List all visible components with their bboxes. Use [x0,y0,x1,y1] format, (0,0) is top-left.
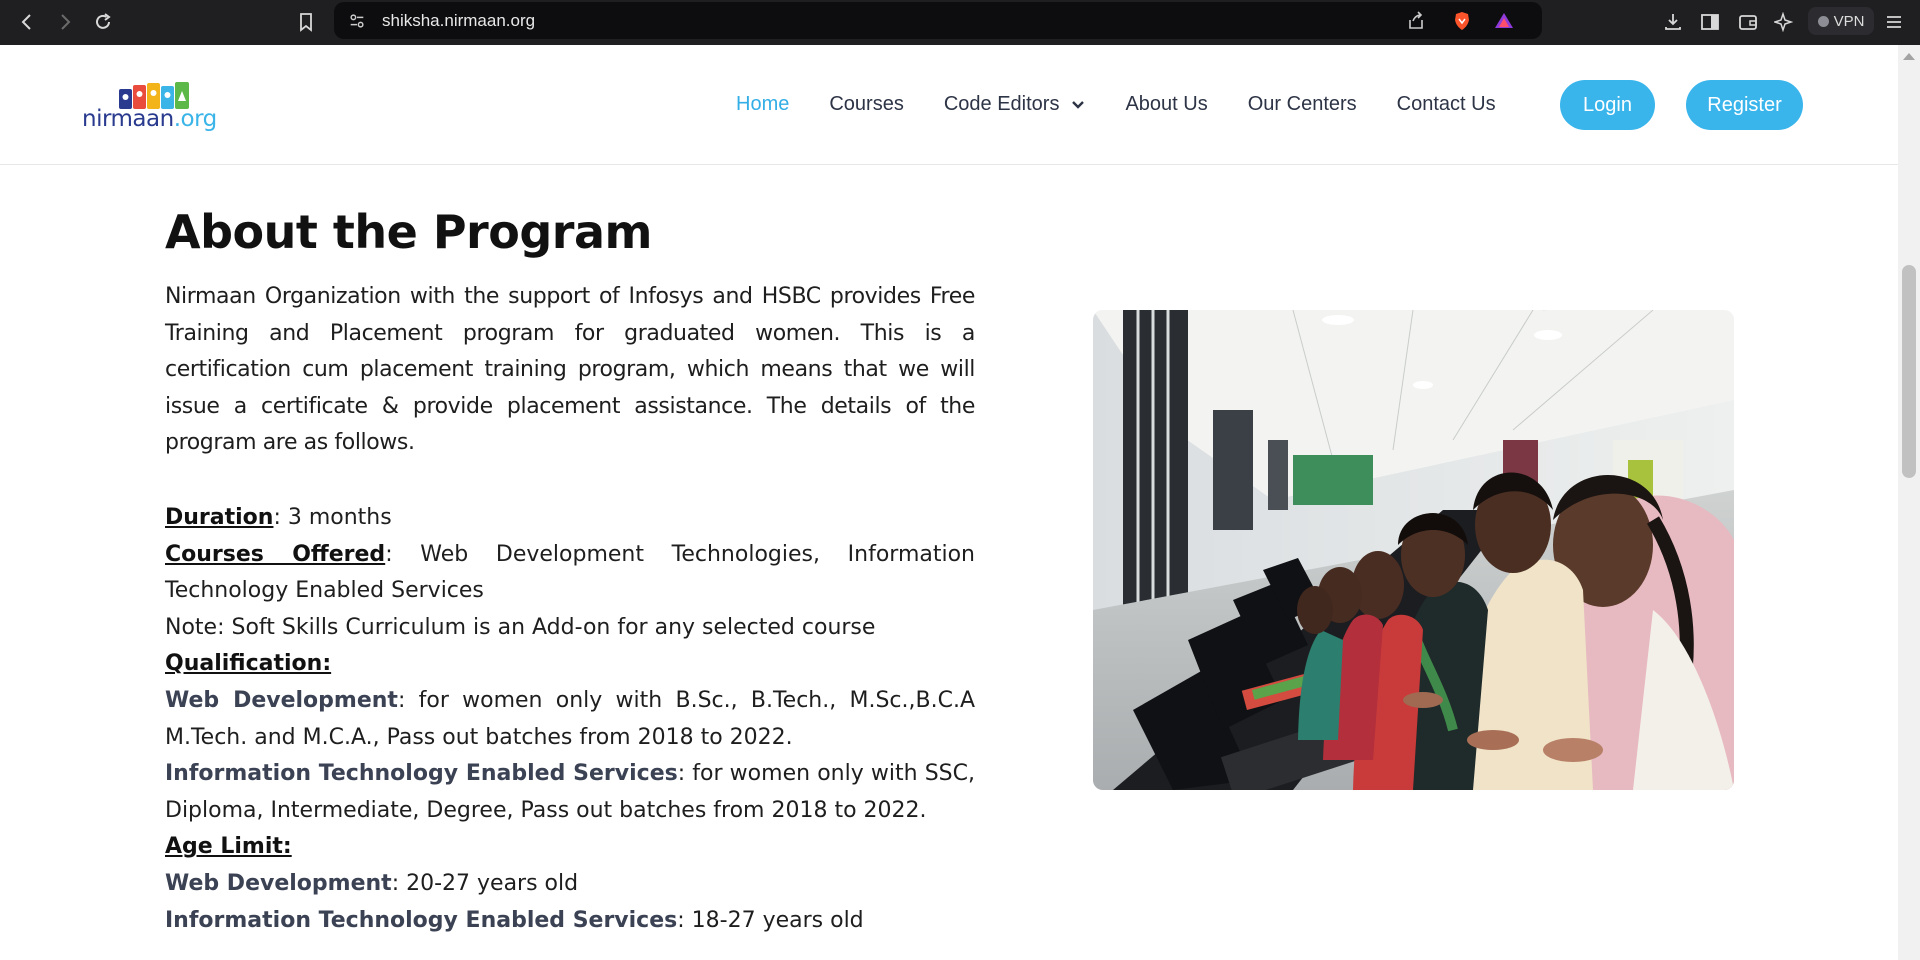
main-navigation: Home Courses Code Editors About Us Our C… [736,93,1536,116]
page-viewport: nirmaan.org Home Courses Code Editors Ab… [0,45,1898,960]
nav-about-us[interactable]: About Us [1125,93,1207,116]
age-web-label: Web Development [165,870,392,896]
rewards-icon[interactable] [1493,10,1515,32]
nav-home[interactable]: Home [736,93,789,116]
age-limit-row: Age Limit: [165,829,975,866]
age-web-row: Web Development: 20-27 years old [165,866,975,903]
forward-icon[interactable] [50,7,80,37]
scroll-up-icon[interactable] [1903,53,1915,60]
url-text: shiksha.nirmaan.org [382,11,536,30]
nav-code-editors[interactable]: Code Editors [944,93,1086,116]
nav-our-centers[interactable]: Our Centers [1248,93,1357,116]
scrollbar-thumb[interactable] [1902,265,1916,478]
age-ites-value: : 18-27 years old [677,907,864,933]
browser-toolbar: shiksha.nirmaan.org VPN [0,0,1920,45]
age-web-value: : 20-27 years old [391,870,579,896]
qualification-row: Qualification: [165,646,975,683]
bookmark-icon[interactable] [291,7,321,37]
nav-contact-us[interactable]: Contact Us [1397,93,1496,116]
age-limit-heading: Age Limit: [165,834,292,860]
leo-ai-icon[interactable] [1769,7,1799,37]
courses-label: Courses Offered [165,541,386,567]
nav-courses[interactable]: Courses [829,93,903,116]
duration-row: Duration: 3 months [165,500,975,537]
login-button[interactable]: Login [1560,80,1655,130]
site-settings-icon[interactable] [346,10,368,32]
wallet-icon[interactable] [1733,7,1763,37]
brave-shield-icon[interactable] [1451,10,1473,32]
page-scrollbar[interactable] [1898,45,1920,960]
menu-icon[interactable] [1879,7,1909,37]
vpn-button[interactable]: VPN [1808,7,1874,35]
qual-ites-row: Information Technology Enabled Services:… [165,756,975,829]
program-intro: Nirmaan Organization with the support of… [165,284,975,456]
vpn-status-icon [1817,15,1829,27]
nirmaan-logo[interactable]: nirmaan.org [82,79,222,135]
address-bar[interactable]: shiksha.nirmaan.org [334,2,1542,39]
duration-value: : 3 months [273,504,392,530]
program-details: Nirmaan Organization with the support of… [165,279,975,939]
courses-row: Courses Offered: Web Development Technol… [165,537,975,610]
logo-emblem-icon [119,82,189,109]
classroom-photo [1093,310,1734,790]
duration-label: Duration [165,504,274,530]
logo-wordmark: nirmaan.org [82,106,217,132]
back-icon[interactable] [12,7,42,37]
chevron-down-icon [1072,100,1085,109]
reload-icon[interactable] [88,7,118,37]
qual-web-row: Web Development: for women only with B.S… [165,683,975,756]
register-button[interactable]: Register [1686,80,1803,130]
site-header: nirmaan.org Home Courses Code Editors Ab… [0,45,1898,165]
page-title: About the Program [165,205,652,259]
note-text: Note: Soft Skills Curriculum is an Add-o… [165,614,876,640]
age-ites-label: Information Technology Enabled Services [165,907,678,933]
qual-ites-label: Information Technology Enabled Services [165,761,678,787]
download-icon[interactable] [1658,7,1688,37]
qualification-heading: Qualification: [165,651,332,677]
qual-web-label: Web Development [165,687,398,713]
age-ites-row: Information Technology Enabled Services:… [165,903,975,940]
vpn-label: VPN [1833,12,1865,30]
sidebar-icon[interactable] [1695,7,1725,37]
share-icon[interactable] [1405,10,1427,32]
